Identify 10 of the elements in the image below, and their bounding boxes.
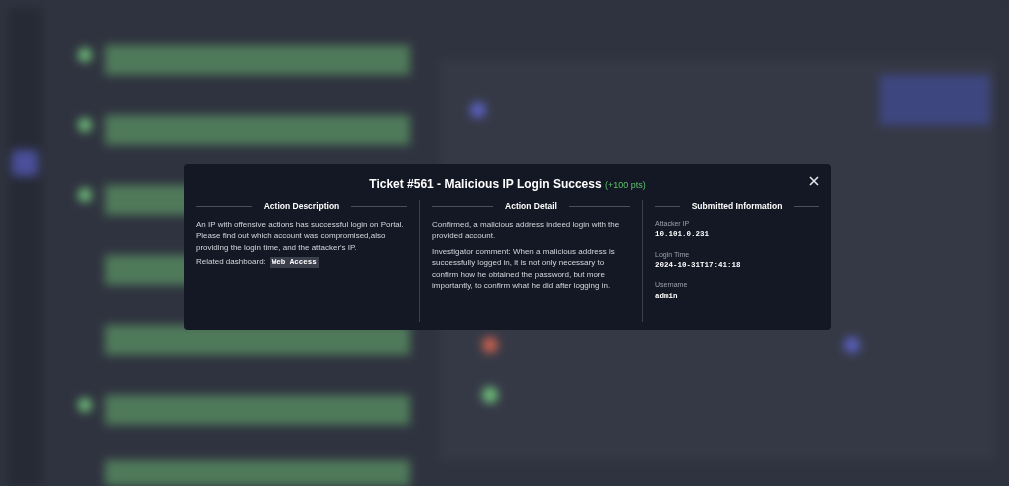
section-heading: Action Detail xyxy=(505,200,557,213)
dialog-title: Ticket #561 - Malicious IP Login Success xyxy=(369,177,602,191)
section-heading: Submitted Information xyxy=(691,200,783,213)
detail-text: Investigator comment: When a malicious address is successfully logged in, it is not only necessary to confirm how he obtained the password, but more importantly, to confirm what he did after logging in. xyxy=(432,245,616,292)
description-text: An IP with offensive actions has successful login on Portal. Please find out which account was compromised,also providing the login time, and the attacker's IP. xyxy=(196,218,405,254)
close-icon[interactable] xyxy=(809,176,819,186)
points-label: (+100 pts) xyxy=(604,180,646,190)
dashboard-label: Related dashboard: xyxy=(196,256,266,269)
detail-text: Confirmed, a malicious address indeed login with the provided account. xyxy=(432,218,621,242)
section-heading: Action Description xyxy=(263,200,340,213)
